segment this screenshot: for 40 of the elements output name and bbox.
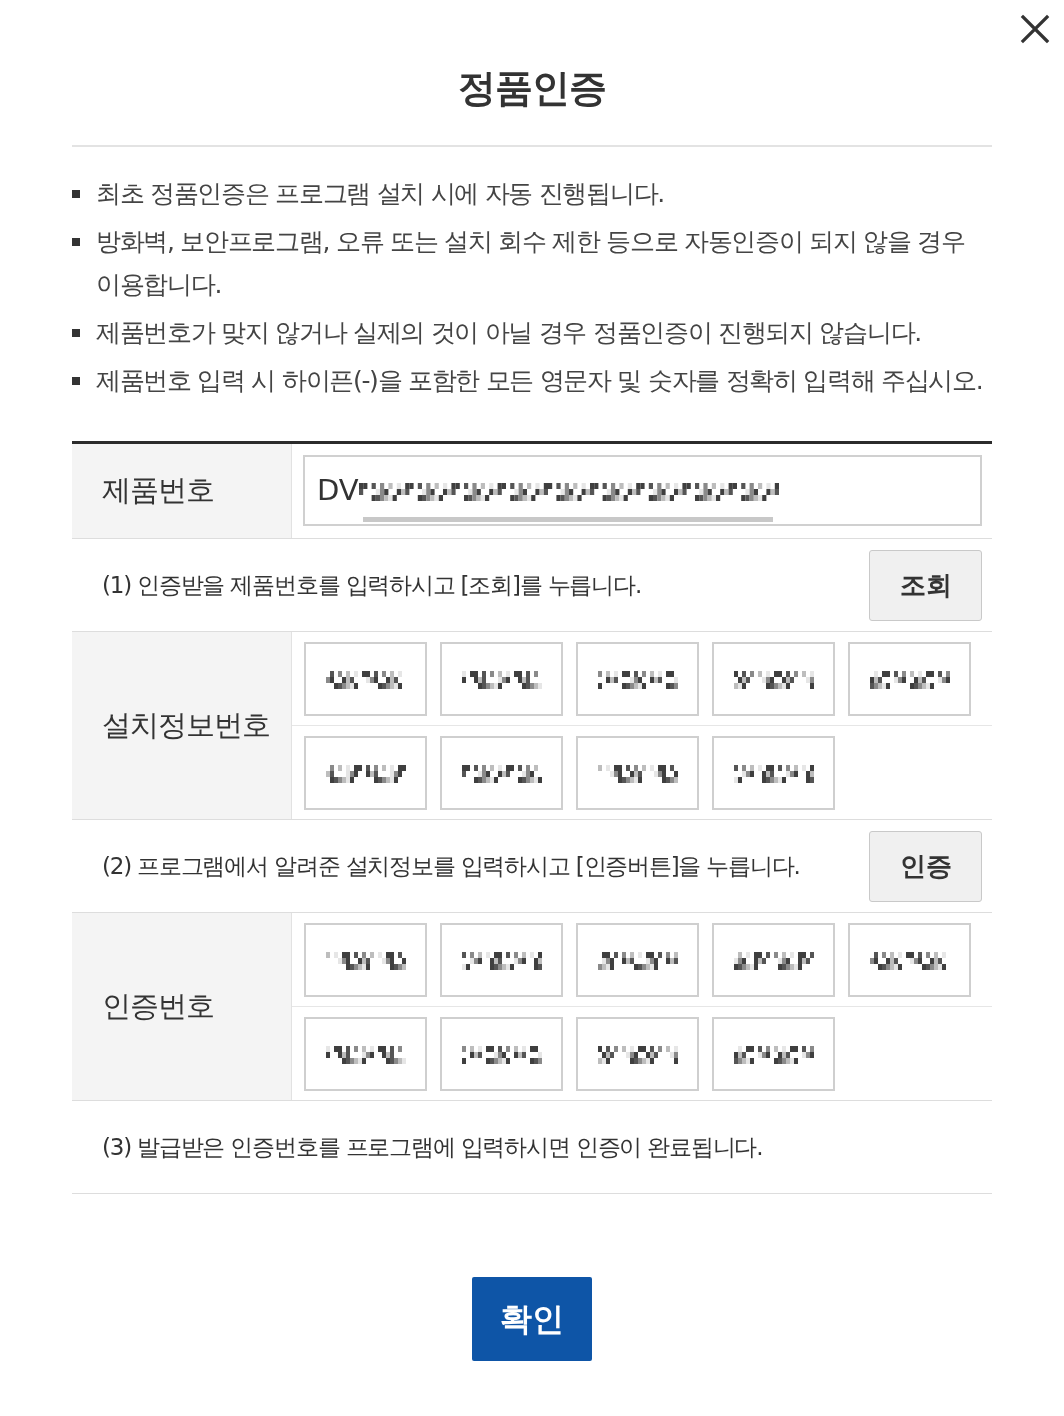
field-label: 설치정보번호 — [72, 632, 292, 819]
input-field[interactable] — [712, 735, 835, 810]
instruction-text: (1) 인증받을 제품번호를 입력하시고 [조회]를 누릅니다. — [102, 570, 641, 600]
confirm-button[interactable]: 확인 — [472, 1277, 592, 1361]
input-field[interactable] — [440, 735, 563, 810]
field-label: 제품번호 — [72, 444, 292, 538]
input-field[interactable] — [848, 922, 971, 997]
instruction-text: (2) 프로그램에서 알려준 설치정보를 입력하시고 [인증버튼]을 누릅니다. — [102, 851, 800, 881]
input-field[interactable] — [576, 641, 699, 716]
input-field[interactable] — [440, 641, 563, 716]
scrollbar-thumb[interactable] — [363, 517, 773, 522]
field-label: 인증번호 — [72, 913, 292, 1100]
bullet-icon — [72, 329, 80, 337]
bullet-icon — [72, 377, 80, 385]
close-icon — [1020, 14, 1050, 44]
note-text: 제품번호 입력 시 하이픈(-)을 포함한 모든 영문자 및 숫자를 정확히 입력해 주십시오. — [96, 366, 983, 395]
note-text: 방화벽, 보안프로그램, 오류 또는 설치 회수 제한 등으로 자동인증이 되지 않을 경우 이용합니다. — [96, 227, 965, 299]
bullet-icon — [72, 238, 80, 246]
action-button[interactable]: 인증 — [869, 830, 982, 902]
note-text: 제품번호가 맞지 않거나 실제의 것이 아닐 경우 정품인증이 진행되지 않습니다. — [96, 318, 921, 347]
input-field[interactable] — [712, 1016, 835, 1091]
input-field[interactable] — [576, 1016, 699, 1091]
input-field[interactable] — [304, 1016, 427, 1091]
dialog-title: 정품인증 — [458, 65, 606, 112]
input-field[interactable] — [304, 641, 427, 716]
bullet-icon — [72, 190, 80, 198]
instruction-text: (3) 발급받은 인증번호를 프로그램에 입력하시면 인증이 완료됩니다. — [102, 1132, 763, 1162]
input-field[interactable] — [440, 922, 563, 997]
input-field[interactable] — [440, 1016, 563, 1091]
note-text: 최초 정품인증은 프로그램 설치 시에 자동 진행됩니다. — [96, 179, 664, 208]
input-field[interactable] — [304, 735, 427, 810]
input-field[interactable]: DV — [303, 455, 982, 526]
input-field[interactable] — [576, 735, 699, 810]
input-field[interactable] — [712, 641, 835, 716]
input-field[interactable] — [712, 922, 835, 997]
action-button[interactable]: 조회 — [869, 549, 982, 621]
close-button[interactable] — [1020, 14, 1050, 44]
input-field[interactable] — [576, 922, 699, 997]
input-field[interactable] — [304, 922, 427, 997]
input-field[interactable] — [848, 641, 971, 716]
